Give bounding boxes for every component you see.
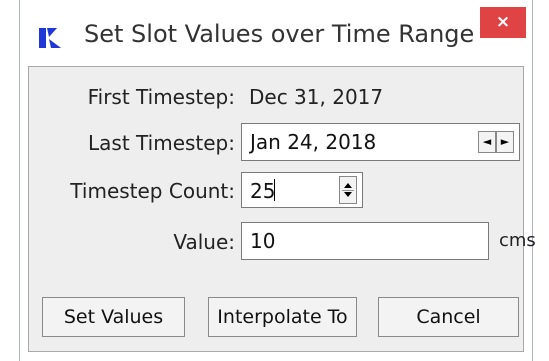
text-caret	[274, 179, 275, 201]
last-timestep-value: Jan 24, 2018	[250, 130, 377, 154]
timestep-count-spinner[interactable]	[339, 176, 357, 204]
spin-down-icon	[344, 192, 352, 197]
dialog-body: First Timestep: Dec 31, 2017 Last Timest…	[28, 66, 536, 352]
value-input[interactable]: 10	[241, 222, 489, 260]
last-timestep-label: Last Timestep:	[88, 131, 235, 155]
spin-up-icon	[344, 183, 352, 188]
value-input-text: 10	[250, 229, 276, 253]
arrow-left-icon: ◄	[482, 135, 492, 148]
last-timestep-field[interactable]: Jan 24, 2018 ◄ ►	[241, 123, 520, 161]
set-slot-values-dialog: Set Slot Values over Time Range × First …	[19, 0, 536, 361]
prev-date-button[interactable]: ◄	[478, 131, 496, 153]
close-button[interactable]: ×	[480, 7, 526, 38]
value-unit: cms	[499, 230, 536, 251]
first-timestep-label: First Timestep:	[87, 85, 235, 109]
window-title: Set Slot Values over Time Range	[84, 20, 475, 48]
riverware-r-icon	[39, 28, 61, 48]
title-bar[interactable]: Set Slot Values over Time Range ×	[20, 0, 532, 66]
value-label: Value:	[173, 230, 235, 254]
timestep-count-input[interactable]: 25	[241, 172, 363, 208]
arrow-right-icon: ►	[500, 135, 510, 148]
cancel-button[interactable]: Cancel	[378, 297, 519, 337]
timestep-count-value: 25	[250, 179, 276, 203]
close-icon: ×	[495, 12, 511, 32]
set-values-button[interactable]: Set Values	[42, 297, 185, 337]
timestep-count-label: Timestep Count:	[70, 179, 235, 203]
next-date-button[interactable]: ►	[496, 131, 514, 153]
first-timestep-value: Dec 31, 2017	[249, 85, 384, 109]
interpolate-to-button[interactable]: Interpolate To	[208, 297, 357, 337]
